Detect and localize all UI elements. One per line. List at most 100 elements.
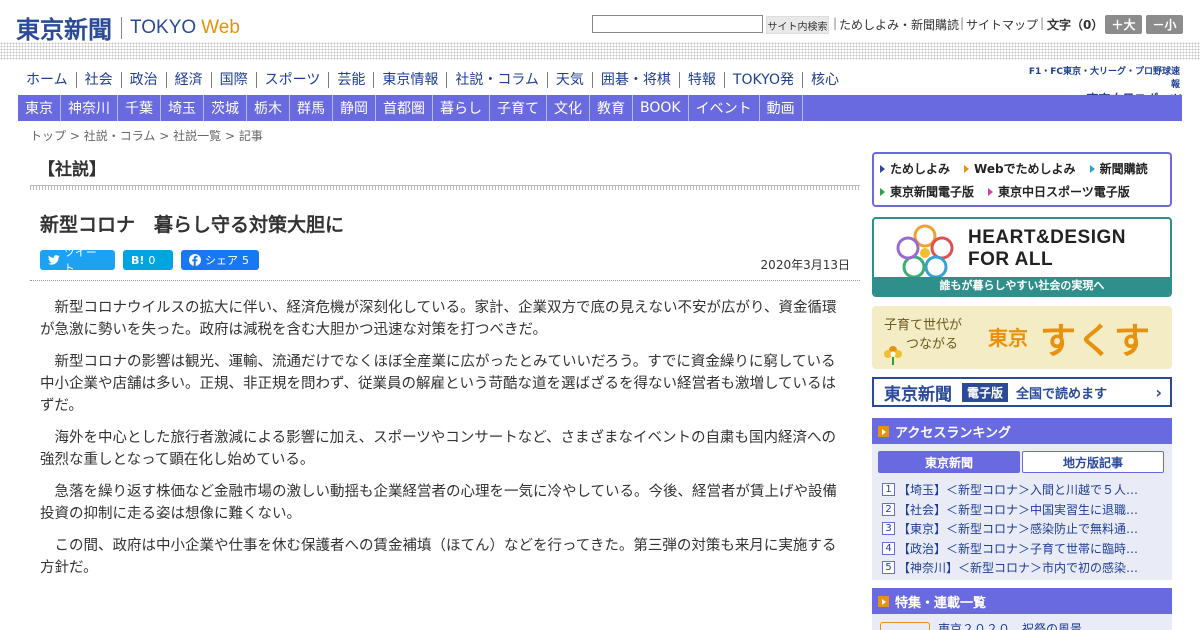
region-item-metropolitan[interactable]: 首都圏 — [376, 95, 433, 121]
breadcrumb-top[interactable]: トップ — [30, 129, 66, 143]
heart-design-title-line1: HEART&DESIGN — [968, 227, 1127, 248]
region-item-culture[interactable]: 文化 — [547, 95, 590, 121]
logo-web: Web — [201, 16, 240, 38]
nav-item-weather[interactable]: 天気 — [546, 72, 592, 88]
play-square-icon — [878, 425, 889, 437]
region-item-video[interactable]: 動画 — [760, 95, 803, 121]
article-body: 新型コロナウイルスの拡大に伴い、経済危機が深刻化している。家計、企業双方で底の見… — [40, 297, 848, 589]
tab-local-articles[interactable]: 地方版記事 — [1022, 451, 1164, 473]
region-item-tochigi[interactable]: 栃木 — [247, 95, 290, 121]
quick-link-epaper[interactable]: 東京新聞電子版 — [880, 183, 974, 200]
breadcrumb-editorial-column[interactable]: 社説・コラム — [84, 129, 156, 143]
nav-item-core[interactable]: 核心 — [801, 72, 847, 88]
epaper-banner-text: 全国で読めます — [1016, 386, 1108, 402]
rank-number: 2 — [882, 502, 895, 516]
sukusuku-tokyo: 東京 — [988, 326, 1028, 350]
ranking-item[interactable]: 5 【神奈川】＜新型コロナ＞市内で初の感染… — [882, 558, 1164, 578]
nav-item-international[interactable]: 国際 — [210, 72, 256, 88]
heart-design-title-line2: FOR ALL — [968, 249, 1054, 270]
flower-logo-icon — [896, 224, 954, 279]
ranking-item[interactable]: 4 【政治】＜新型コロナ＞子育て世帯に臨時… — [882, 539, 1164, 559]
facebook-icon — [189, 254, 201, 266]
play-square-icon — [878, 595, 889, 607]
nav-item-sports[interactable]: スポーツ — [255, 72, 329, 88]
site-logo[interactable]: 東京新聞 TOKYO Web — [16, 10, 240, 45]
region-item-kanagawa[interactable]: 神奈川 — [61, 95, 118, 121]
breadcrumb-current: 記事 — [238, 129, 263, 143]
breadcrumb-editorial-list[interactable]: 社説一覧 — [173, 129, 221, 143]
feature-item-title[interactable]: 東京２０２０ 祝祭の風景 — [938, 620, 1082, 630]
sitemap-link[interactable]: サイトマップ — [966, 16, 1038, 33]
region-item-ibaraki[interactable]: 茨城 — [204, 95, 247, 121]
nav-item-tokyo-info[interactable]: 東京情報 — [373, 72, 446, 88]
nav-item-society[interactable]: 社会 — [75, 72, 121, 88]
ranking-item[interactable]: 2 【社会】＜新型コロナ＞中国実習生に退職… — [882, 500, 1164, 520]
arrow-icon — [880, 187, 885, 196]
font-bigger-button[interactable]: ＋大 — [1105, 15, 1142, 34]
article-paragraph: この間、政府は中小企業や仕事を休む保護者への賃金補填（ほてん）などを行ってきた。… — [40, 538, 837, 576]
chevron-right-icon: › — [1155, 382, 1162, 402]
feature-thumbnail[interactable] — [880, 622, 930, 630]
font-size-label: 文字（0） — [1047, 18, 1104, 32]
quick-links-row: 東京新聞電子版 東京中日スポーツ電子版 — [880, 180, 1164, 203]
nav-item-politics[interactable]: 政治 — [120, 72, 166, 88]
site-search-button[interactable]: サイト内検索 — [766, 16, 829, 34]
quick-link-subscribe[interactable]: 新聞購読 — [1089, 160, 1148, 177]
twitter-bird-icon — [48, 255, 60, 265]
breadcrumb-separator: > — [159, 129, 170, 143]
region-item-saitama[interactable]: 埼玉 — [161, 95, 204, 121]
quick-link-trial[interactable]: ためしよみ — [880, 160, 950, 177]
tab-tokyo-shimbun[interactable]: 東京新聞 — [878, 451, 1020, 473]
quick-link-sports-epaper[interactable]: 東京中日スポーツ電子版 — [988, 183, 1130, 200]
ranking-item[interactable]: 1 【埼玉】＜新型コロナ＞入間と川越で５人… — [882, 480, 1164, 500]
region-item-parenting[interactable]: 子育て — [490, 95, 547, 121]
arrow-icon — [988, 187, 994, 196]
sukusuku-title: すくすく — [1040, 321, 1152, 362]
ranking-panel: 東京新聞 地方版記事 1 【埼玉】＜新型コロナ＞入間と川越で５人… 2 【社会】… — [872, 444, 1172, 580]
ranking-list: 1 【埼玉】＜新型コロナ＞入間と川越で５人… 2 【社会】＜新型コロナ＞中国実習… — [882, 480, 1164, 578]
region-item-shizuoka[interactable]: 静岡 — [333, 95, 376, 121]
chunichi-sports-logo[interactable]: F1・FC東京・大リーグ・プロ野球速報 東京中日スポーツ — [1020, 64, 1180, 106]
nav-item-editorial-column[interactable]: 社説・コラム — [446, 72, 547, 88]
quick-link-label: Webでためしよみ — [974, 162, 1076, 176]
logo-wordmark-jp: 東京新聞 — [16, 15, 112, 44]
rank-title: 【社会】＜新型コロナ＞中国実習生に退職… — [898, 502, 1139, 517]
ranking-item[interactable]: 3 【東京】＜新型コロナ＞感染防止で無料通… — [882, 519, 1164, 539]
sukusuku-banner[interactable]: 子育て世代が つながる 東京 すくすく — [872, 306, 1172, 369]
region-item-gunma[interactable]: 群馬 — [290, 95, 333, 121]
region-item-chiba[interactable]: 千葉 — [118, 95, 161, 121]
nav-item-home[interactable]: ホーム — [18, 72, 76, 88]
quick-link-label: 新聞購読 — [1099, 162, 1148, 176]
header-separator: | — [960, 16, 965, 30]
quick-link-web-trial[interactable]: Webでためしよみ — [964, 160, 1076, 177]
features-list: 東京２０２０ 祝祭の風景 — [872, 614, 1172, 630]
region-item-book[interactable]: BOOK — [633, 95, 689, 121]
article-paragraph: 新型コロナウイルスの拡大に伴い、経済危機が深刻化している。家計、企業双方で底の見… — [40, 300, 837, 338]
region-item-tokyo[interactable]: 東京 — [18, 95, 61, 121]
region-item-event[interactable]: イベント — [689, 95, 760, 121]
trial-subscribe-link[interactable]: ためしよみ・新聞購読 — [839, 16, 959, 33]
epaper-banner[interactable]: 東京新聞 電子版 全国で読めます › — [872, 377, 1172, 407]
nav-item-tokyo-hatsu[interactable]: TOKYO発 — [723, 72, 802, 88]
nav-item-entertainment[interactable]: 芸能 — [328, 72, 373, 88]
nav-item-special-report[interactable]: 特報 — [678, 72, 724, 88]
header-dotted-band — [0, 42, 1200, 60]
heart-design-footer: 誰もが暮らしやすい社会の実現へ — [874, 277, 1170, 295]
article-paragraph: 海外を中心とした旅行者激減による影響に加え、スポーツやコンサートなど、さまざまな… — [40, 430, 837, 468]
hatena-bookmark-button[interactable]: B! 0 — [123, 250, 173, 270]
facebook-share-button[interactable]: シェア 5 — [181, 250, 259, 270]
rank-number: 3 — [882, 522, 895, 536]
nav-item-go-shogi[interactable]: 囲碁・将棋 — [591, 72, 679, 88]
region-item-living[interactable]: 暮らし — [433, 95, 490, 121]
font-smaller-button[interactable]: －小 — [1146, 15, 1183, 34]
region-item-education[interactable]: 教育 — [590, 95, 633, 121]
flower-icon — [884, 346, 902, 365]
nav-item-economy[interactable]: 経済 — [165, 72, 211, 88]
arrow-icon — [964, 164, 970, 173]
article-divider — [30, 280, 860, 281]
heart-design-banner[interactable]: HEART&DESIGN FOR ALL 誰もが暮らしやすい社会の実現へ — [872, 217, 1172, 297]
article-paragraph: 急落を繰り返す株価など金融市場の激しい動揺も企業経営者の心理を一気に冷やしている… — [40, 484, 838, 522]
tweet-button[interactable]: ツイート — [40, 246, 115, 275]
tweet-label: ツイート — [63, 246, 97, 275]
search-input[interactable] — [592, 15, 763, 33]
